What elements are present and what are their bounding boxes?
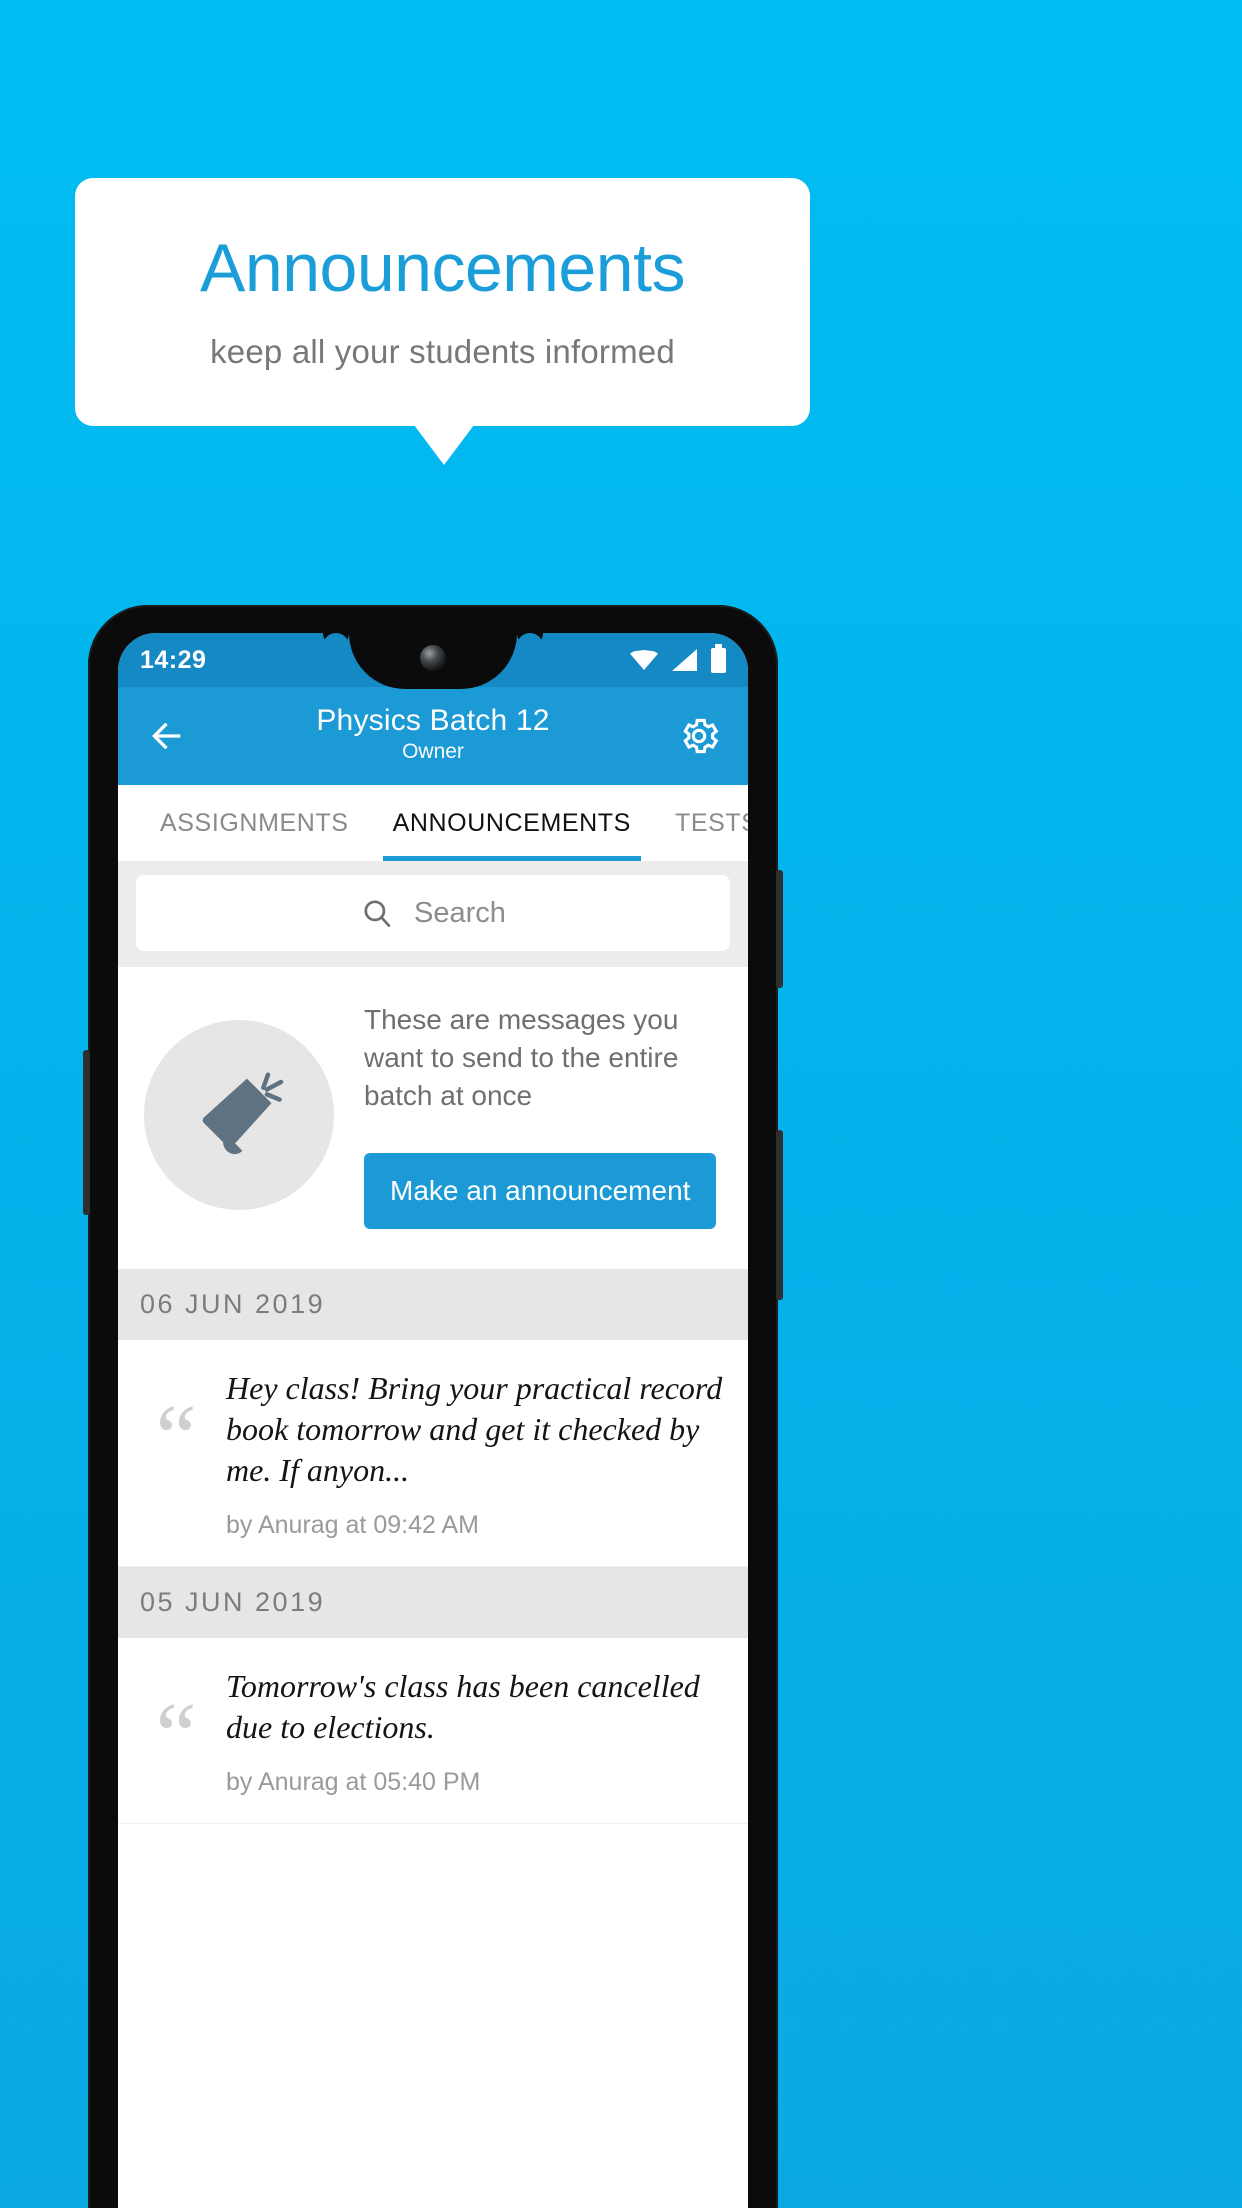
status-icons <box>630 643 726 673</box>
announcement-text: Tomorrow's class has been cancelled due … <box>226 1668 708 1746</box>
announcement-promo-card: These are messages you want to send to t… <box>118 967 748 1270</box>
tab-announcements[interactable]: ANNOUNCEMENTS <box>371 785 653 861</box>
front-camera-icon <box>420 645 446 671</box>
search-zone: Search <box>118 861 748 967</box>
phone-volume-button[interactable] <box>776 1130 783 1300</box>
quote-icon: “ <box>155 1684 197 1787</box>
announcement-text: Hey class! Bring your practical record b… <box>226 1370 731 1489</box>
status-bar: 14:29 <box>118 633 748 689</box>
promo-callout-pointer <box>414 425 474 465</box>
quote-icon: “ <box>155 1386 197 1489</box>
phone-device-frame: 14:29 Physics Batch 12 Owner ASSIGNMENTS… <box>83 605 783 2208</box>
phone-assistant-button[interactable] <box>83 1050 90 1215</box>
announcement-promo-content: These are messages you want to send to t… <box>364 1001 722 1230</box>
announcement-list-item[interactable]: “ Tomorrow's class has been cancelled du… <box>118 1638 748 1824</box>
back-arrow-icon <box>152 722 181 750</box>
status-time: 14:29 <box>140 645 207 674</box>
announcement-body: Tomorrow's class has been cancelled due … <box>226 1666 726 1797</box>
app-bar-titles: Physics Batch 12 Owner <box>196 704 670 768</box>
battery-icon <box>711 643 726 673</box>
search-input[interactable]: Search <box>136 875 730 951</box>
date-header: 06 JUN 2019 <box>118 1269 748 1341</box>
page-subtitle: Owner <box>402 739 464 763</box>
tab-assignments[interactable]: ASSIGNMENTS <box>138 785 371 861</box>
search-icon <box>364 900 391 927</box>
settings-button[interactable] <box>670 707 728 765</box>
announcement-meta: by Anurag at 05:40 PM <box>226 1768 481 1796</box>
megaphone-badge <box>144 1020 334 1211</box>
back-button[interactable] <box>138 707 196 765</box>
promo-callout-card: Announcements keep all your students inf… <box>75 178 810 426</box>
wifi-icon <box>630 650 658 670</box>
page-title: Physics Batch 12 <box>316 704 550 738</box>
announcement-promo-description: These are messages you want to send to t… <box>364 1004 679 1112</box>
promo-subtitle: keep all your students informed <box>210 332 675 370</box>
tab-tests[interactable]: TESTS <box>653 785 748 861</box>
announcement-list-item[interactable]: “ Hey class! Bring your practical record… <box>118 1340 748 1568</box>
phone-power-button[interactable] <box>776 870 783 988</box>
make-announcement-button[interactable]: Make an announcement <box>364 1153 717 1230</box>
announcement-meta: by Anurag at 09:42 AM <box>226 1511 479 1540</box>
search-placeholder: Search <box>414 896 506 929</box>
phone-screen: 14:29 Physics Batch 12 Owner ASSIGNMENTS… <box>118 633 748 2208</box>
date-header: 05 JUN 2019 <box>118 1567 748 1639</box>
signal-icon <box>672 649 697 671</box>
megaphone-icon <box>202 1072 284 1155</box>
announcement-body: Hey class! Bring your practical record b… <box>226 1368 726 1540</box>
gear-icon <box>683 718 719 754</box>
tab-bar: ASSIGNMENTS ANNOUNCEMENTS TESTS ’ <box>118 785 748 861</box>
app-bar: Physics Batch 12 Owner <box>118 687 748 785</box>
promo-title: Announcements <box>200 230 685 307</box>
